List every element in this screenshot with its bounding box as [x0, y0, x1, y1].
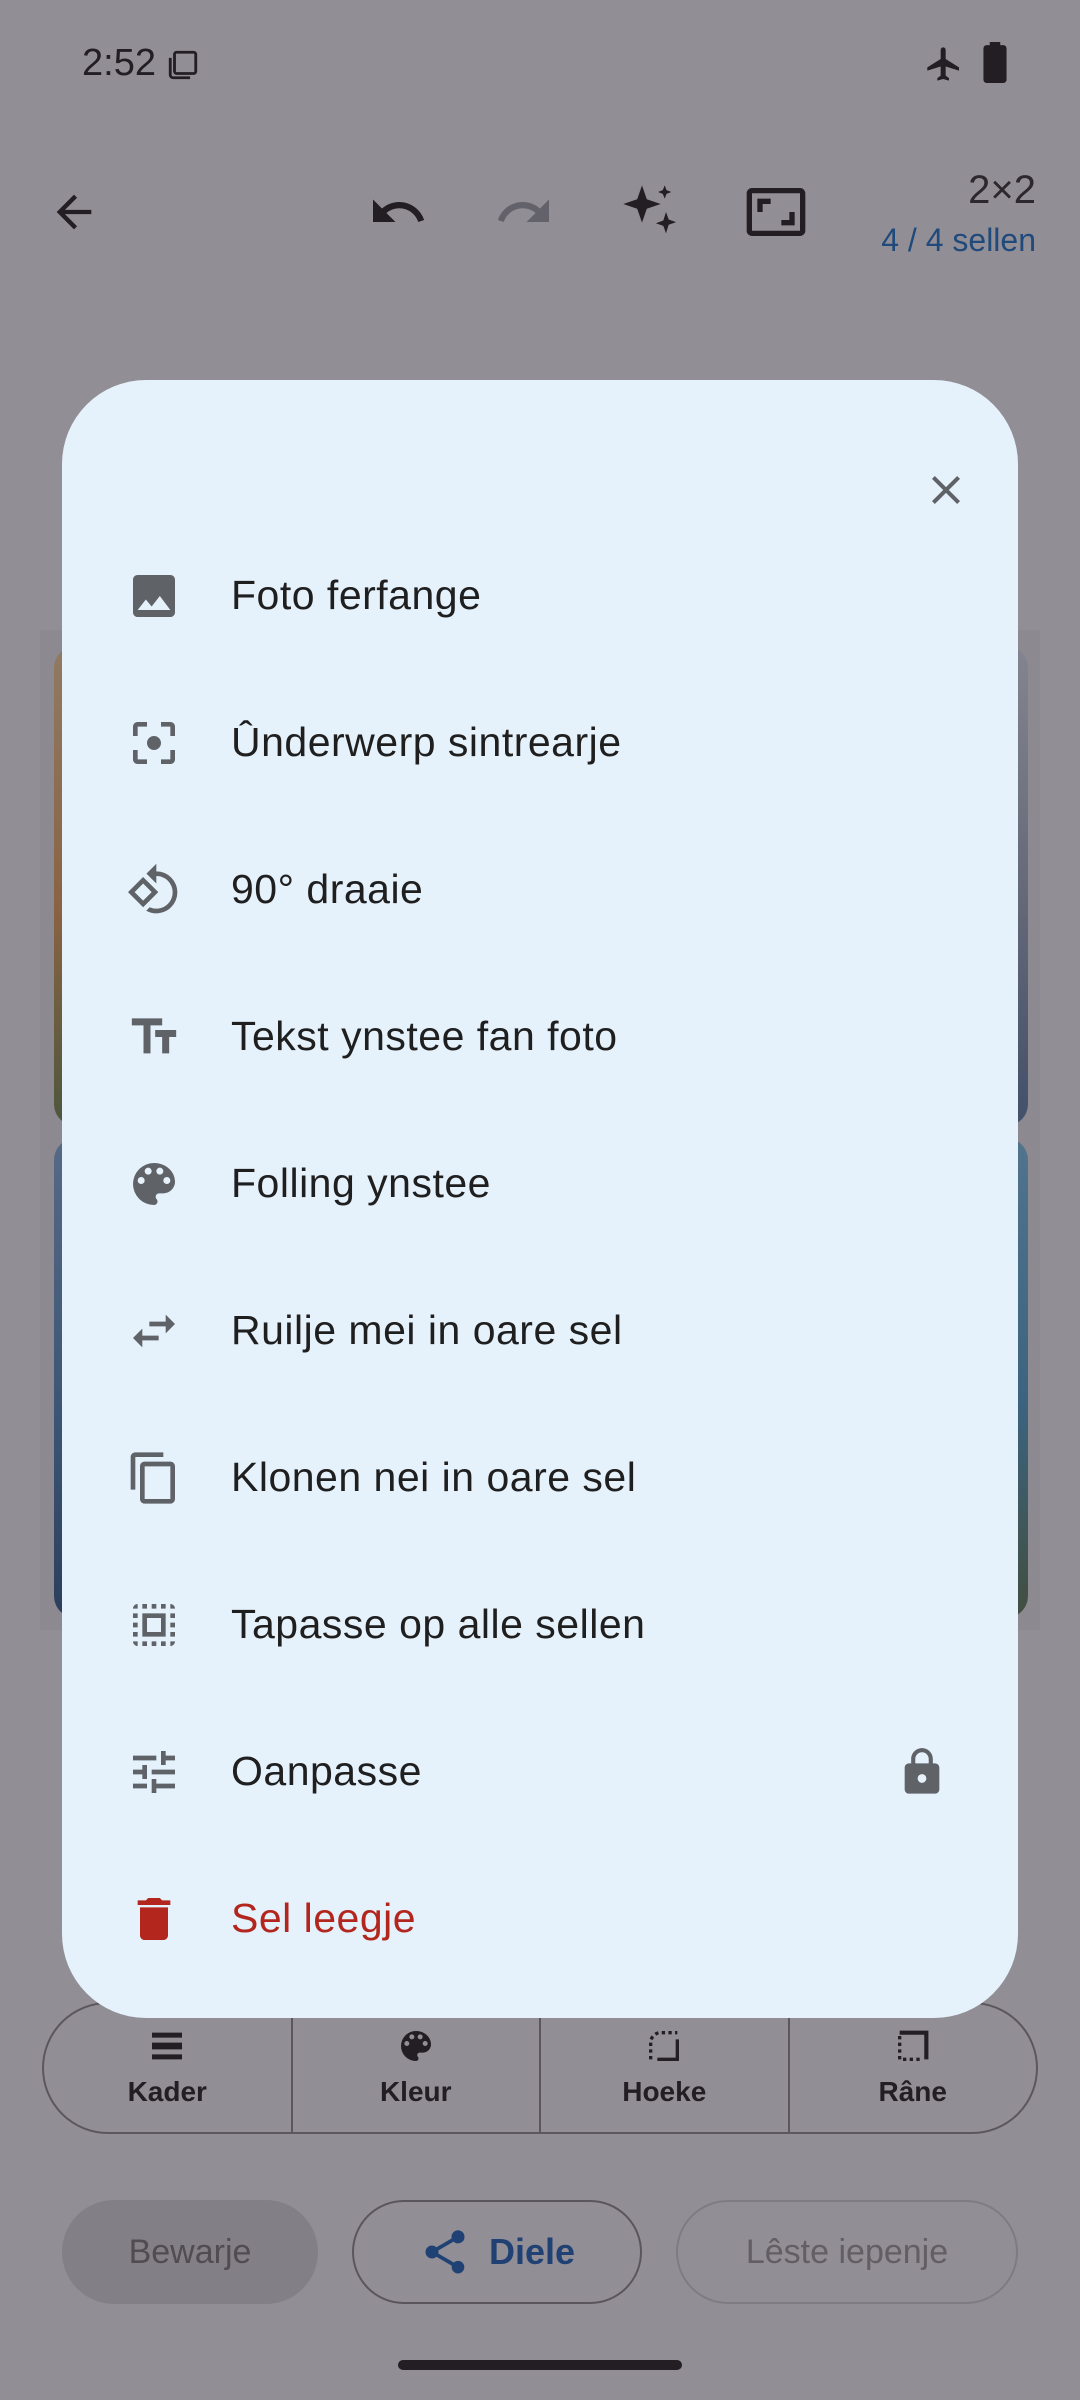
menu-item-rotate[interactable]: 90° draaie [62, 816, 1018, 963]
menu-item-label: Folling ynstee [231, 1160, 491, 1206]
menu-item-clear-cell[interactable]: Sel leegje [62, 1845, 1018, 1992]
image-icon [126, 568, 182, 624]
menu-item-label: 90° draaie [231, 866, 424, 912]
menu-item-replace-photo[interactable]: Foto ferfange [62, 522, 1018, 669]
menu-item-label: Oanpasse [231, 1748, 422, 1794]
menu-item-swap[interactable]: Ruilje mei in oare sel [62, 1257, 1018, 1404]
menu-item-label: Ûnderwerp sintrearje [231, 719, 622, 765]
copy-icon [126, 1450, 182, 1506]
palette-icon [126, 1156, 182, 1212]
cell-options-menu: Foto ferfange Ûnderwerp sintrearje 90° d… [62, 522, 1018, 1992]
menu-item-label: Foto ferfange [231, 572, 482, 618]
close-button[interactable] [904, 448, 988, 532]
swap-icon [126, 1303, 182, 1359]
center-focus-icon [126, 715, 182, 771]
menu-item-text-instead[interactable]: Tekst ynstee fan foto [62, 963, 1018, 1110]
lock-icon [894, 1744, 950, 1800]
close-icon [932, 476, 960, 504]
menu-item-fill[interactable]: Folling ynstee [62, 1110, 1018, 1257]
menu-item-clone[interactable]: Klonen nei in oare sel [62, 1404, 1018, 1551]
menu-item-label: Sel leegje [231, 1895, 417, 1941]
menu-item-label: Klonen nei in oare sel [231, 1454, 637, 1500]
menu-item-adjust[interactable]: Oanpasse [62, 1698, 1018, 1845]
tune-icon [126, 1744, 182, 1800]
select-all-icon [126, 1597, 182, 1653]
menu-item-label: Ruilje mei in oare sel [231, 1307, 623, 1353]
trash-icon [126, 1891, 182, 1947]
menu-item-label: Tekst ynstee fan foto [231, 1013, 618, 1059]
menu-item-apply-all[interactable]: Tapasse op alle sellen [62, 1551, 1018, 1698]
text-fields-icon [126, 1009, 182, 1065]
cell-options-sheet: Foto ferfange Ûnderwerp sintrearje 90° d… [62, 380, 1018, 2018]
rotate-icon [126, 862, 182, 918]
menu-item-center-subject[interactable]: Ûnderwerp sintrearje [62, 669, 1018, 816]
menu-item-label: Tapasse op alle sellen [231, 1601, 646, 1647]
